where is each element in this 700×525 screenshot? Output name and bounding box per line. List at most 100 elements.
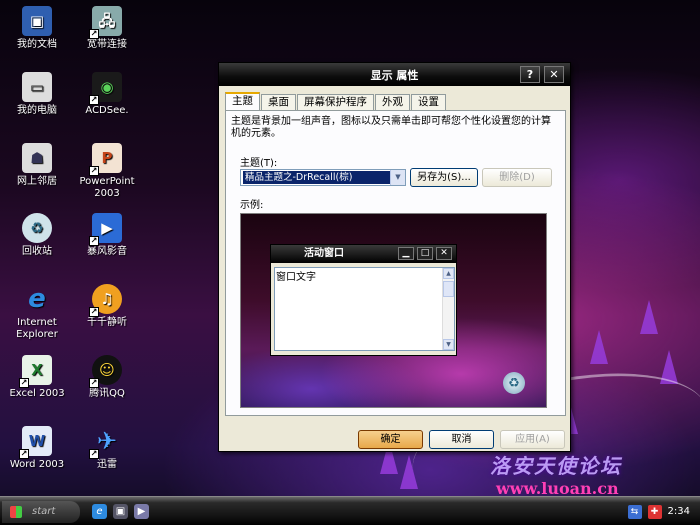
theme-select[interactable]: 精品主题之-DrRecall(棕) ▼ xyxy=(240,169,406,186)
desktop-icon-label: 我的文档 xyxy=(17,39,57,50)
tab-desktop[interactable]: 桌面 xyxy=(261,94,296,110)
dialog-title: 显示 属性 xyxy=(370,68,419,82)
tab-theme[interactable]: 主题 xyxy=(225,92,260,110)
preview-active-window: 活动窗口 ▁ □ ✕ 窗口文字 ▲ ▼ xyxy=(270,244,457,356)
preview-window-body: 窗口文字 ▲ ▼ xyxy=(274,267,455,351)
preview-window-title-text: 活动窗口 xyxy=(304,248,344,259)
scroll-thumb xyxy=(443,281,454,297)
desktop-icon-label: 迅雷 xyxy=(97,459,117,470)
shortcut-arrow-icon: ↗ xyxy=(89,307,99,317)
desktop-icon-label: 腾讯QQ xyxy=(89,388,125,399)
desktop-icon-label: 千千静听 xyxy=(87,317,127,328)
scroll-down-icon: ▼ xyxy=(443,339,454,350)
desktop-icon-broadband[interactable]: 🖧 ↗ 宽带连接 xyxy=(70,6,144,51)
forum-watermark: 洛安天使论坛 xyxy=(490,454,622,478)
shortcut-arrow-icon: ↗ xyxy=(89,378,99,388)
theme-label: 主题(T): xyxy=(240,158,278,169)
theme-select-value: 精品主题之-DrRecall(棕) xyxy=(243,171,390,184)
desktop-icon-ttplayer[interactable]: ♫ ↗ 千千静听 xyxy=(70,284,144,329)
qq-icon: ☺ ↗ xyxy=(89,355,122,388)
apply-button[interactable]: 应用(A) xyxy=(500,430,565,449)
desktop-icon-qq[interactable]: ☺ ↗ 腾讯QQ xyxy=(70,355,144,400)
start-label: start xyxy=(32,506,56,517)
sample-label: 示例: xyxy=(240,200,264,211)
help-button[interactable]: ? xyxy=(520,66,540,83)
desktop-icon-label: Internet Explorer xyxy=(16,317,58,340)
desktop-icon-word[interactable]: W ↗ Word 2003 xyxy=(0,426,74,471)
desktop-icon-label: 我的电脑 xyxy=(17,105,57,116)
preview-window-title: 活动窗口 ▁ □ ✕ xyxy=(271,245,456,263)
my-documents-icon: ▣ xyxy=(22,6,52,36)
shortcut-arrow-icon: ↗ xyxy=(19,449,29,459)
desktop-icon-label: Word 2003 xyxy=(9,459,65,470)
desktop-icon-my-documents[interactable]: ▣ 我的文档 xyxy=(0,6,74,51)
desktop-icon-label: Excel 2003 xyxy=(9,388,65,399)
word-icon: W ↗ xyxy=(19,426,52,459)
ie-icon: e xyxy=(28,284,46,314)
shortcut-arrow-icon: ↗ xyxy=(89,166,99,176)
powerpoint-icon: P ↗ xyxy=(89,143,122,176)
close-icon: ✕ xyxy=(436,247,452,260)
display-properties-dialog: 显示 属性 ? ✕ 主题 桌面 屏幕保护程序 外观 设置 主题是背景加一组声音，… xyxy=(218,62,571,452)
decorative-tree xyxy=(640,300,658,334)
save-as-button[interactable]: 另存为(S)... xyxy=(410,168,478,187)
dialog-title-bar[interactable]: 显示 属性 ? ✕ xyxy=(219,63,570,86)
desktop-icon-xunlei[interactable]: ✈ ↗ 迅雷 xyxy=(70,426,144,471)
desktop-icon-label: 网上邻居 xyxy=(17,176,57,187)
storm-player-icon: ▶ ↗ xyxy=(89,213,122,246)
windows-logo-icon xyxy=(10,506,22,518)
desktop-icon-acdsee[interactable]: ◉ ↗ ACDSee. xyxy=(70,72,144,117)
desktop-icon-excel[interactable]: X ↗ Excel 2003 xyxy=(0,355,74,400)
start-button[interactable]: start xyxy=(2,501,80,523)
tab-strip: 主题 桌面 屏幕保护程序 外观 设置 xyxy=(225,92,447,110)
acdsee-icon: ◉ ↗ xyxy=(89,72,122,105)
desktop-icon-powerpoint[interactable]: P ↗ PowerPoint 2003 xyxy=(70,143,144,200)
antivirus-tray-icon[interactable]: ✚ xyxy=(647,504,662,519)
theme-description: 主题是背景加一组声音，图标以及只需单击即可帮您个性化设置您的计算机的元素。 xyxy=(231,116,551,139)
shortcut-arrow-icon: ↗ xyxy=(19,378,29,388)
show-desktop-icon[interactable]: ▣ xyxy=(113,504,128,519)
desktop-icon-network[interactable]: ☗ 网上邻居 xyxy=(0,143,74,188)
desktop-icon-label: 暴风影音 xyxy=(87,246,127,257)
media-player-icon[interactable]: ▶ xyxy=(134,504,149,519)
shortcut-arrow-icon: ↗ xyxy=(89,29,99,39)
shortcut-arrow-icon: ↗ xyxy=(89,449,99,459)
desktop-icon-label: ACDSee. xyxy=(85,105,129,116)
cancel-button[interactable]: 取消 xyxy=(429,430,494,449)
xunlei-icon: ✈ ↗ xyxy=(89,427,118,459)
chevron-down-icon[interactable]: ▼ xyxy=(390,170,405,185)
tab-settings[interactable]: 设置 xyxy=(411,94,446,110)
excel-icon: X ↗ xyxy=(19,355,52,388)
desktop-icon-recycle-bin[interactable]: ♻ 回收站 xyxy=(0,213,74,258)
clock[interactable]: 2:34 xyxy=(668,506,690,517)
desktop-icon-storm-player[interactable]: ▶ ↗ 暴风影音 xyxy=(70,213,144,258)
scroll-up-icon: ▲ xyxy=(443,268,454,279)
network-icon: ☗ xyxy=(22,143,52,173)
system-tray: ⇆ ✚ 2:34 xyxy=(620,499,700,524)
desktop-icon-label: 宽带连接 xyxy=(87,39,127,50)
taskbar: start e ▣ ▶ ⇆ ✚ 2:34 xyxy=(0,496,700,525)
close-button[interactable]: ✕ xyxy=(544,66,564,83)
tab-screensaver[interactable]: 屏幕保护程序 xyxy=(297,94,374,110)
preview-window-text: 窗口文字 xyxy=(276,272,316,283)
theme-preview: 活动窗口 ▁ □ ✕ 窗口文字 ▲ ▼ ♻ xyxy=(240,213,547,408)
my-computer-icon: ▭ xyxy=(22,72,52,102)
recycle-bin-icon: ♻ xyxy=(503,372,525,394)
decorative-tree xyxy=(590,330,608,364)
network-tray-icon[interactable]: ⇆ xyxy=(627,504,642,519)
ie-quicklaunch-icon[interactable]: e xyxy=(92,504,107,519)
preview-scrollbar: ▲ ▼ xyxy=(442,268,454,350)
shortcut-arrow-icon: ↗ xyxy=(89,95,99,105)
desktop-icon-internet-explorer[interactable]: e Internet Explorer xyxy=(0,284,74,341)
broadband-icon: 🖧 ↗ xyxy=(89,6,122,39)
delete-button[interactable]: 删除(D) xyxy=(482,168,552,187)
tab-appearance[interactable]: 外观 xyxy=(375,94,410,110)
desktop-icon-label: PowerPoint 2003 xyxy=(79,176,135,199)
desktop-icon-label: 回收站 xyxy=(22,246,52,257)
recycle-bin-icon: ♻ xyxy=(22,213,52,243)
ok-button[interactable]: 确定 xyxy=(358,430,423,449)
desktop-icon-my-computer[interactable]: ▭ 我的电脑 xyxy=(0,72,74,117)
ttplayer-icon: ♫ ↗ xyxy=(89,284,122,317)
maximize-icon: □ xyxy=(417,247,433,260)
minimize-icon: ▁ xyxy=(398,247,414,260)
